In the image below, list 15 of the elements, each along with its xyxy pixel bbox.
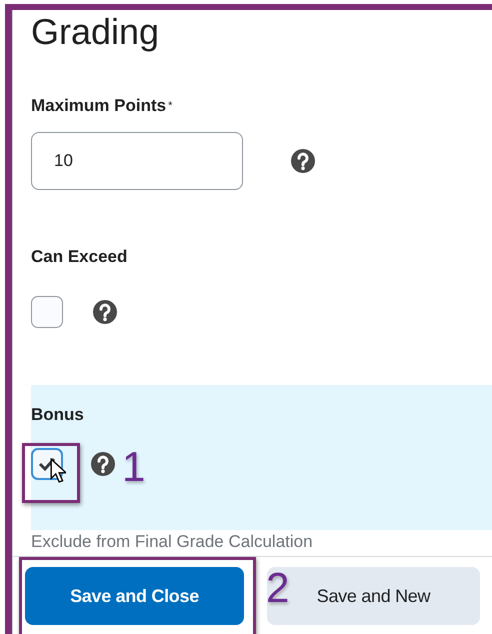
field-label: Maximum Points* [31, 96, 174, 116]
callout-number: 1 [122, 446, 146, 488]
field-label: Exclude from Final Grade Calculation [31, 532, 313, 551]
help-icon[interactable] [291, 149, 315, 173]
checkbox[interactable] [31, 296, 63, 328]
option-label: Can Exceed [31, 247, 128, 267]
option-label: Bonus [31, 405, 85, 425]
help-icon[interactable] [91, 452, 115, 476]
cursor-icon [50, 458, 66, 483]
points-input[interactable]: 10 [31, 132, 243, 190]
save-close-button[interactable]: Save and Close [25, 567, 244, 625]
highlight-frame [22, 443, 80, 503]
callout-number: 2 [266, 567, 290, 609]
help-icon[interactable] [93, 300, 117, 324]
section-heading: Grading [31, 10, 160, 52]
